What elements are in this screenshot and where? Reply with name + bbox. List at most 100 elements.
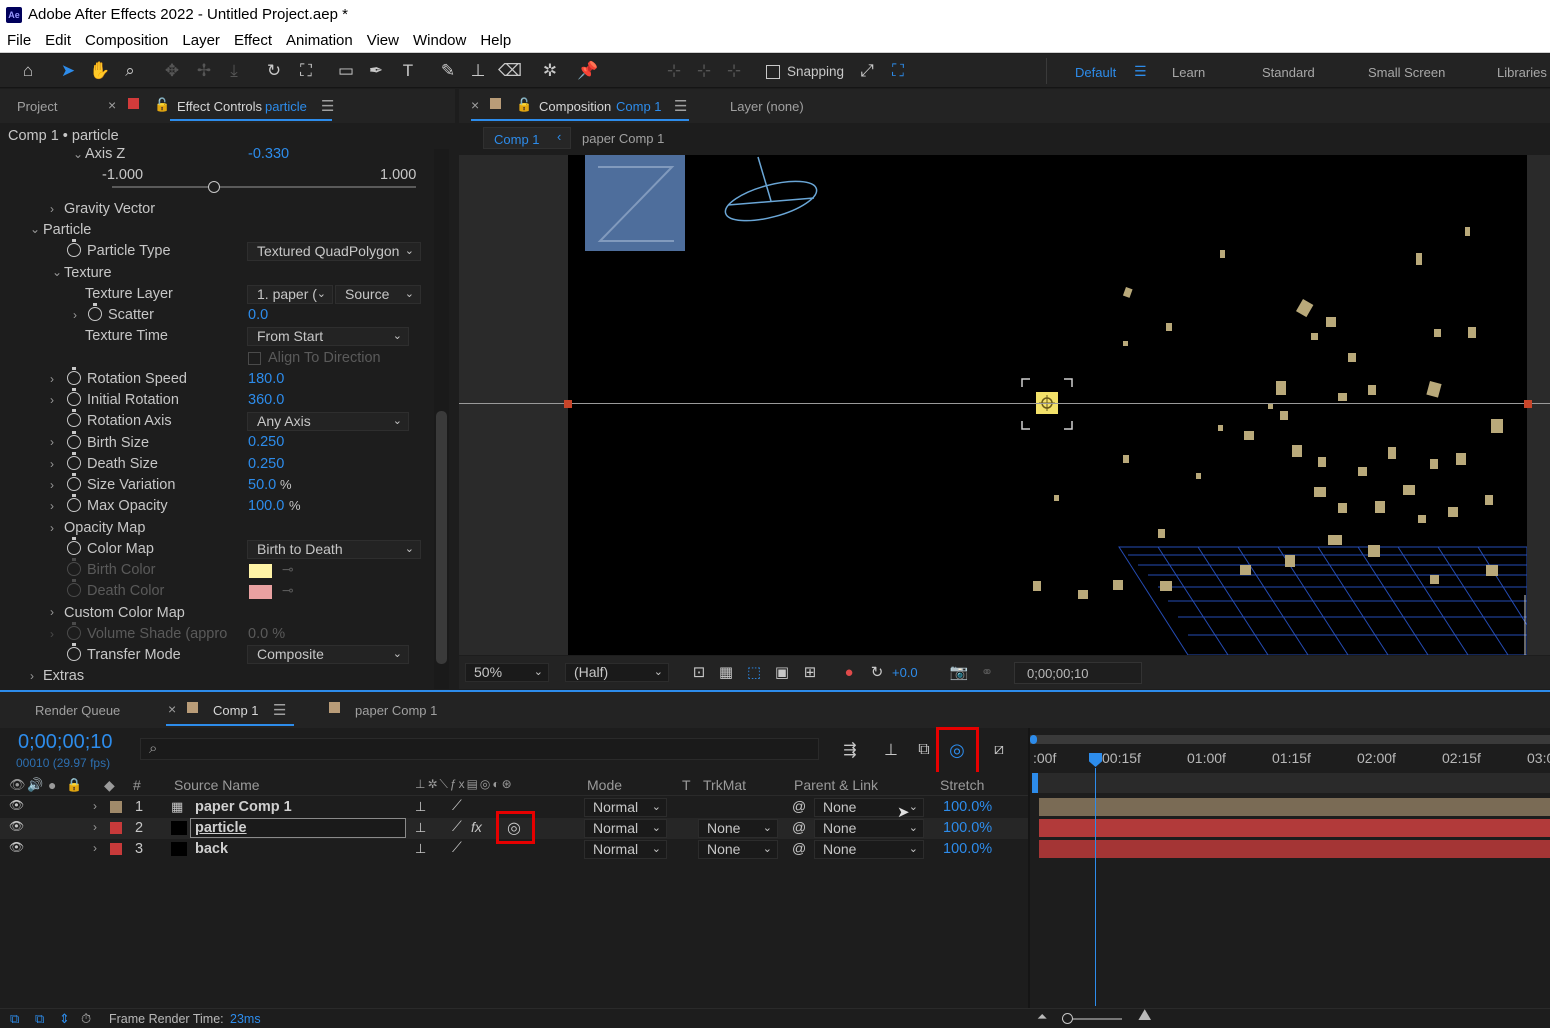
texture-time-dropdown[interactable]: From Start ⌄ [247, 327, 409, 346]
transfer-mode-dropdown[interactable]: Composite ⌄ [247, 645, 409, 664]
tab-effect-controls[interactable]: Effect Controls [177, 99, 262, 114]
twirl-expanded-icon[interactable]: ⌄ [73, 147, 83, 161]
stopwatch-icon[interactable] [67, 473, 81, 491]
close-tab-icon[interactable]: × [471, 97, 479, 113]
roto-brush-icon[interactable]: ✲ [538, 59, 562, 83]
panel-menu-icon[interactable]: ☰ [273, 701, 286, 719]
stopwatch-icon[interactable] [67, 367, 81, 385]
eyedropper-icon[interactable]: ⊸ [282, 561, 294, 578]
parent-dropdown[interactable]: None ⌄ [814, 840, 924, 859]
stopwatch-icon[interactable] [67, 239, 81, 257]
scatter-value[interactable]: 0.0 [248, 307, 268, 323]
clone-stamp-icon[interactable]: ⊥ [466, 59, 490, 83]
eraser-tool-icon[interactable]: ⌫ [498, 59, 522, 83]
quality-icon[interactable]: ⟋ [452, 797, 462, 814]
zoom-out-icon[interactable]: ⏶ [1037, 1009, 1047, 1025]
draft-3d-icon[interactable]: ⊥ [879, 738, 903, 762]
collapse-transform-icon[interactable]: ⊥ [415, 820, 426, 836]
workspace-libraries[interactable]: Libraries [1497, 65, 1547, 80]
twirl-collapsed-icon[interactable]: › [50, 499, 54, 513]
workspace-menu-icon[interactable]: ☰ [1134, 63, 1147, 80]
render-time-icon[interactable]: ⏱ [81, 1011, 91, 1027]
zoom-in-icon[interactable]: ⛰ [1138, 1007, 1151, 1025]
parent-dropdown[interactable]: None ⌄ [814, 819, 924, 838]
transfer-controls-toggle-icon[interactable]: ⧉ [35, 1011, 44, 1027]
composition-mini-flowchart-icon[interactable]: ⇶ [838, 738, 862, 762]
menu-window[interactable]: Window [413, 32, 466, 49]
layer-duration-bar[interactable] [1039, 840, 1550, 858]
path-handle-left[interactable] [564, 400, 572, 408]
initial-rotation-value[interactable]: 360.0 [248, 392, 284, 408]
pickwhip-icon[interactable]: @ [792, 840, 806, 856]
effect-fx-icon[interactable]: fx [471, 819, 482, 835]
lock-icon[interactable]: 🔓 [516, 97, 532, 113]
work-area-bar[interactable] [1032, 773, 1550, 793]
layer-duration-bar[interactable] [1039, 798, 1550, 816]
composition-viewer[interactable] [459, 155, 1550, 655]
path-handle-right[interactable] [1524, 400, 1532, 408]
blend-mode-dropdown[interactable]: Normal ⌄ [584, 819, 667, 838]
max-opacity-value[interactable]: 100.0 [248, 498, 284, 514]
zoom-slider-thumb[interactable] [1062, 1013, 1073, 1024]
region-of-interest-icon[interactable]: ▣ [770, 660, 794, 684]
texture-source-dropdown[interactable]: Source ⌄ [335, 285, 421, 304]
twirl-collapsed-icon[interactable]: › [93, 841, 97, 855]
workspace-default[interactable]: Default [1075, 65, 1116, 80]
timeline-current-time[interactable]: 0;00;00;10 [18, 731, 113, 754]
tab-comp1[interactable]: Comp 1 [213, 703, 259, 718]
blend-mode-dropdown[interactable]: Normal ⌄ [584, 840, 667, 859]
workspace-standard[interactable]: Standard [1262, 65, 1315, 80]
column-mode[interactable]: Mode [587, 777, 622, 793]
reset-exposure-icon[interactable]: ↻ [865, 660, 889, 684]
pan-camera-icon[interactable]: ✢ [192, 59, 216, 83]
pickwhip-icon[interactable]: @ [792, 798, 806, 814]
world-axis-icon[interactable]: ⊹ [692, 59, 716, 83]
local-axis-icon[interactable]: ⊹ [662, 59, 686, 83]
twirl-collapsed-icon[interactable]: › [50, 457, 54, 471]
twirl-collapsed-icon[interactable]: › [50, 393, 54, 407]
flow-active-comp[interactable]: Comp 1 ‹ [483, 127, 571, 149]
label-header-icon[interactable]: ◆ [104, 777, 115, 794]
menu-view[interactable]: View [367, 32, 399, 49]
solo-header-icon[interactable]: ● [48, 777, 56, 793]
twirl-collapsed-icon[interactable]: › [30, 669, 34, 683]
hide-shy-layers-icon[interactable]: ⧉ [912, 738, 936, 762]
dolly-camera-icon[interactable]: ⤓ [222, 59, 246, 83]
twirl-collapsed-icon[interactable]: › [73, 308, 77, 322]
twirl-collapsed-icon[interactable]: › [93, 799, 97, 813]
layer-switches-toggle-icon[interactable]: ⧉ [10, 1011, 19, 1027]
tab-layer[interactable]: Layer (none) [730, 99, 804, 114]
pen-tool-icon[interactable]: ✒ [364, 59, 388, 83]
transparency-grid-icon[interactable]: ▦ [714, 660, 738, 684]
puppet-pin-icon[interactable]: 📌 [576, 59, 600, 83]
stopwatch-icon[interactable] [67, 494, 81, 512]
twirl-collapsed-icon[interactable]: › [50, 202, 54, 216]
close-tab-icon[interactable]: × [108, 97, 116, 113]
audio-header-icon[interactable]: 🔊 [27, 777, 43, 793]
death-color-swatch[interactable] [249, 585, 272, 599]
orbit-camera-icon[interactable]: ✥ [160, 59, 184, 83]
color-map-dropdown[interactable]: Birth to Death ⌄ [247, 540, 421, 559]
twirl-collapsed-icon[interactable]: › [50, 478, 54, 492]
hand-tool-icon[interactable]: ✋ [88, 59, 112, 83]
flow-next-comp[interactable]: paper Comp 1 [582, 131, 664, 146]
rotate-tool-icon[interactable]: ↻ [262, 59, 286, 83]
panel-menu-icon[interactable]: ☰ [321, 97, 334, 115]
stopwatch-icon[interactable] [67, 431, 81, 449]
twirl-collapsed-icon[interactable]: › [50, 605, 54, 619]
timeline-search-input[interactable]: ⌕ [140, 738, 819, 760]
resolution-dropdown[interactable]: (Half) ⌄ [565, 663, 669, 682]
layer-name[interactable]: paper Comp 1 [195, 799, 292, 815]
stopwatch-icon[interactable] [67, 643, 81, 661]
twirl-expanded-icon[interactable]: ⌄ [30, 222, 40, 236]
stopwatch-icon[interactable] [67, 452, 81, 470]
pan-behind-tool-icon[interactable]: ⛶ [294, 59, 318, 83]
close-tab-icon[interactable]: × [168, 701, 176, 717]
snapping-checkbox[interactable] [766, 65, 780, 79]
column-source-name[interactable]: Source Name [174, 777, 260, 793]
lock-header-icon[interactable]: 🔒 [66, 777, 82, 793]
grid-guides-icon[interactable]: ⊞ [798, 660, 822, 684]
layer-stretch[interactable]: 100.0% [943, 820, 992, 836]
size-variation-value[interactable]: 50.0 [248, 477, 276, 493]
menu-animation[interactable]: Animation [286, 32, 353, 49]
